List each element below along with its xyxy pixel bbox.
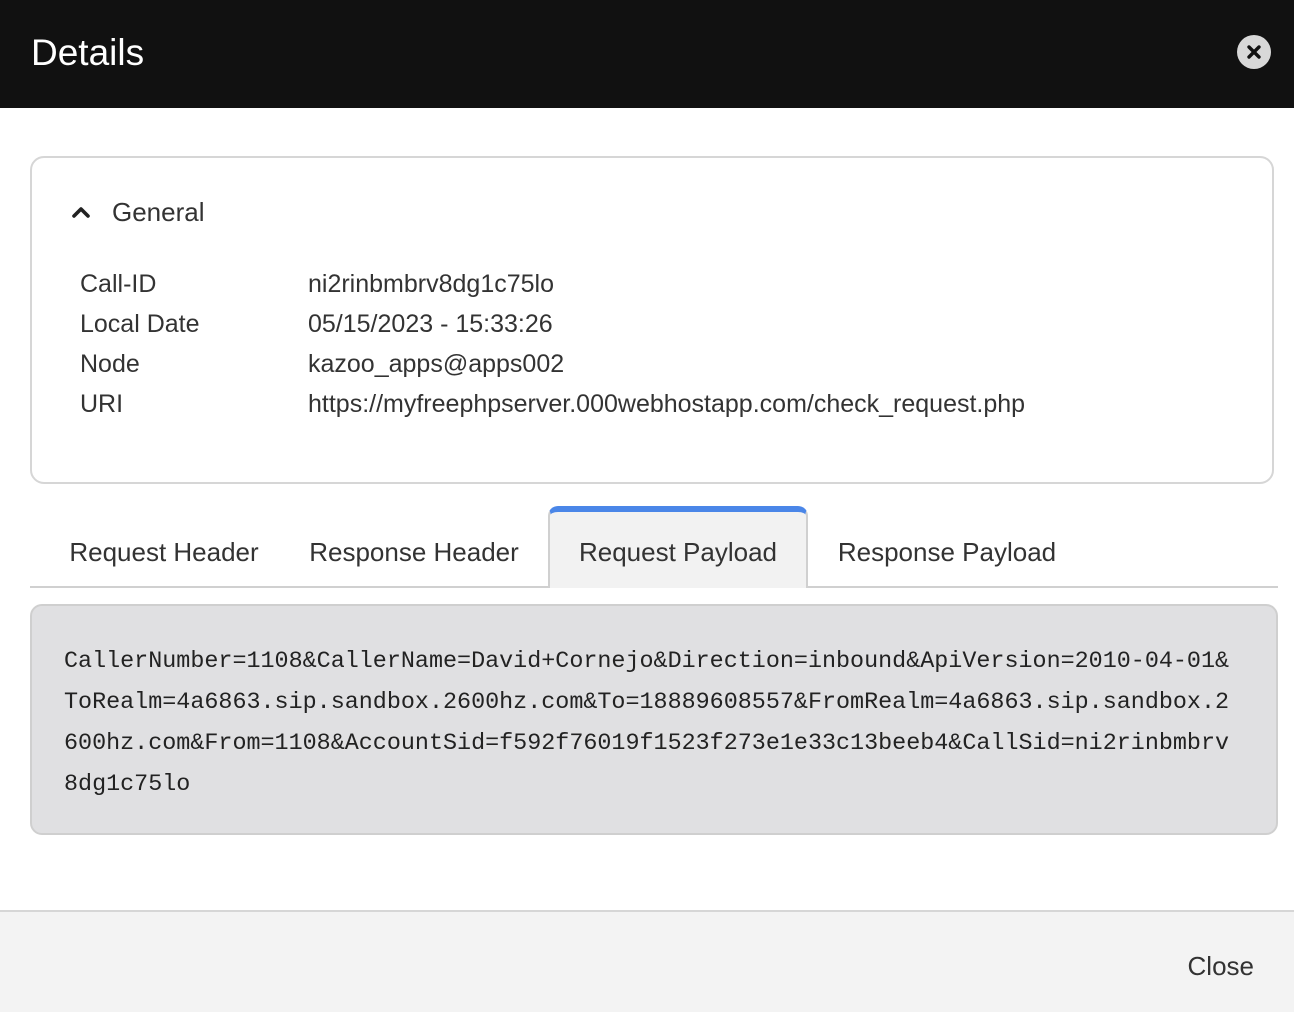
tab-response-payload[interactable]: Response Payload <box>820 506 1074 588</box>
dialog-footer: Close <box>0 910 1294 1012</box>
close-button[interactable]: Close <box>1188 948 1254 984</box>
request-payload-text[interactable]: CallerNumber=1108&CallerName=David+Corne… <box>64 642 1240 806</box>
tab-request-header[interactable]: Request Header <box>40 506 288 588</box>
tab-response-header[interactable]: Response Header <box>292 506 536 588</box>
general-section: General Call-ID ni2rinbmbrv8dg1c75lo Loc… <box>30 156 1274 484</box>
field-value: ni2rinbmbrv8dg1c75lo <box>308 270 554 298</box>
field-label: Node <box>80 350 140 378</box>
general-section-title: General <box>112 197 205 227</box>
tab-label: Request Header <box>69 537 259 567</box>
field-label: URI <box>80 390 124 418</box>
field-label: Call-ID <box>80 270 157 298</box>
tab-label: Request Payload <box>578 537 778 567</box>
dialog-header: Details <box>0 0 1294 108</box>
field-value: 05/15/2023 - 15:33:26 <box>308 310 553 338</box>
tab-label: Response Payload <box>837 537 1057 567</box>
close-circle-icon[interactable] <box>1237 35 1271 69</box>
payload-panel: CallerNumber=1108&CallerName=David+Corne… <box>30 604 1278 835</box>
dialog-title: Details <box>31 32 145 73</box>
tab-request-payload[interactable]: Request Payload <box>548 506 808 588</box>
field-label: Local Date <box>80 310 200 338</box>
details-dialog: Details General Call-ID ni2rinbmbrv8dg1c… <box>0 0 1294 1012</box>
field-value: kazoo_apps@apps002 <box>308 350 565 378</box>
field-value: https://myfreephpserver.000webhostapp.co… <box>308 390 1026 418</box>
chevron-up-icon <box>72 207 90 218</box>
tab-label: Response Header <box>309 537 519 567</box>
tab-bar: Request Header Response Header Request P… <box>30 506 1278 588</box>
